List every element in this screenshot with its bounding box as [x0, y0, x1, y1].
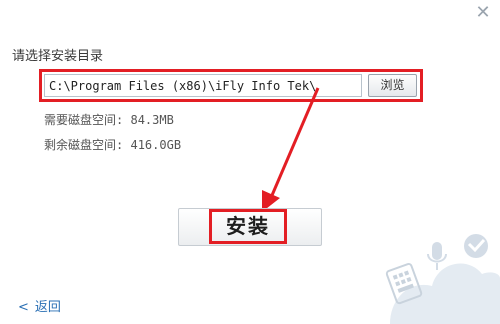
- install-button-label[interactable]: 安装: [209, 209, 287, 244]
- back-label: 返回: [34, 300, 61, 315]
- handwriting-icon: [464, 234, 488, 258]
- back-link[interactable]: < 返回: [18, 296, 61, 315]
- microphone-icon: [427, 242, 447, 270]
- cloud-icon: [385, 234, 500, 324]
- back-arrow-icon: <: [18, 300, 29, 315]
